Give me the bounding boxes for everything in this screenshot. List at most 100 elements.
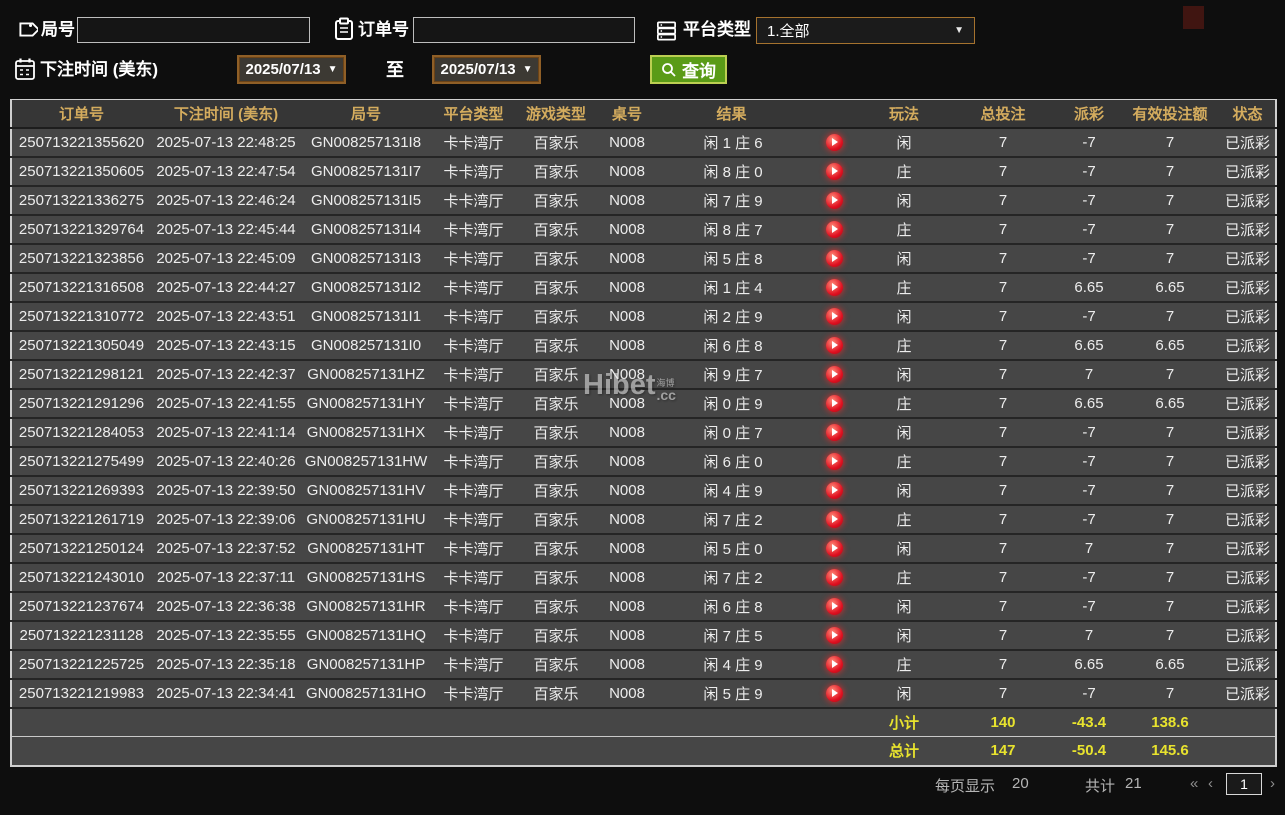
cell-game-type: 百家乐 [516, 359, 596, 390]
total-bet: 147 [948, 736, 1059, 766]
cell-valid-bet: 7 [1120, 562, 1221, 593]
replay-play-icon[interactable] [825, 481, 843, 499]
replay-play-icon[interactable] [825, 191, 843, 209]
cell-payout: -7 [1058, 214, 1121, 245]
cell-payout: -7 [1058, 562, 1121, 593]
cell-order-number: 250713221237674 [11, 591, 151, 622]
cell-replay [808, 417, 861, 448]
table-row: 250713221291296 2025-07-13 22:41:55 GN00… [11, 388, 1277, 419]
prev-page-icon[interactable]: « [1190, 775, 1198, 792]
cell-play-type: 庄 [860, 330, 949, 361]
table-row: 250713221336275 2025-07-13 22:46:24 GN00… [11, 185, 1277, 216]
cell-table-number: N008 [596, 562, 658, 593]
cell-status-badge: 已派彩 [1220, 330, 1277, 361]
replay-play-icon[interactable] [825, 684, 843, 702]
next-icon[interactable]: › [1270, 775, 1275, 792]
query-button[interactable]: 查询 [650, 55, 727, 84]
cell-status-badge: 已派彩 [1220, 243, 1277, 274]
cell-replay [808, 678, 861, 709]
cell-game-type: 百家乐 [516, 504, 596, 535]
table-row: 250713221225725 2025-07-13 22:35:18 GN00… [11, 649, 1277, 680]
cell-round-number: GN008257131HW [301, 446, 431, 477]
cell-total-bet: 7 [948, 185, 1059, 216]
cell-play-type: 庄 [860, 504, 949, 535]
order-number-input[interactable] [413, 17, 635, 43]
cell-replay [808, 620, 861, 651]
cell-result: 闲 5 庄 8 [658, 243, 808, 274]
cell-total-bet: 7 [948, 272, 1059, 303]
cell-status-badge: 已派彩 [1220, 185, 1277, 216]
cell-platform: 卡卡湾厅 [431, 475, 516, 506]
cell-table-number: N008 [596, 417, 658, 448]
cell-table-number: N008 [596, 475, 658, 506]
cell-play-type: 闲 [860, 301, 949, 332]
replay-play-icon[interactable] [825, 597, 843, 615]
date-from-picker[interactable]: 2025/07/13 ▼ [237, 55, 346, 84]
cell-replay [808, 388, 861, 419]
replay-play-icon[interactable] [825, 423, 843, 441]
replay-play-icon[interactable] [825, 336, 843, 354]
cell-payout: -7 [1058, 446, 1121, 477]
cell-status-badge: 已派彩 [1220, 475, 1277, 506]
cell-replay [808, 591, 861, 622]
replay-play-icon[interactable] [825, 307, 843, 325]
round-number-input[interactable] [77, 17, 310, 43]
round-number-label: 局号 [41, 20, 75, 39]
prev-icon[interactable]: ‹ [1208, 775, 1213, 792]
cell-bet-time: 2025-07-13 22:43:15 [151, 330, 301, 361]
replay-play-icon[interactable] [825, 510, 843, 528]
cell-result: 闲 2 庄 9 [658, 301, 808, 332]
cell-valid-bet: 7 [1120, 620, 1221, 651]
cell-game-type: 百家乐 [516, 591, 596, 622]
date-to-picker[interactable]: 2025/07/13 ▼ [432, 55, 541, 84]
cell-game-type: 百家乐 [516, 330, 596, 361]
replay-play-icon[interactable] [825, 394, 843, 412]
platform-type-select[interactable]: 1.全部 ▼ [756, 17, 975, 44]
table-row: 250713221237674 2025-07-13 22:36:38 GN00… [11, 591, 1277, 622]
replay-play-icon[interactable] [825, 655, 843, 673]
replay-play-icon[interactable] [825, 249, 843, 267]
table-row: 250713221261719 2025-07-13 22:39:06 GN00… [11, 504, 1277, 535]
platform-type-label: 平台类型 [683, 20, 751, 39]
cell-replay [808, 156, 861, 187]
cell-platform: 卡卡湾厅 [431, 185, 516, 216]
cell-platform: 卡卡湾厅 [431, 591, 516, 622]
cell-total-bet: 7 [948, 243, 1059, 274]
cell-result: 闲 7 庄 9 [658, 185, 808, 216]
cell-replay [808, 127, 861, 158]
replay-play-icon[interactable] [825, 365, 843, 383]
cell-round-number: GN008257131I3 [301, 243, 431, 274]
replay-play-icon[interactable] [825, 568, 843, 586]
cell-payout: -7 [1058, 301, 1121, 332]
cell-valid-bet: 7 [1120, 359, 1221, 390]
cell-bet-time: 2025-07-13 22:37:52 [151, 533, 301, 564]
cell-platform: 卡卡湾厅 [431, 359, 516, 390]
cell-game-type: 百家乐 [516, 185, 596, 216]
per-page-value: 20 [1012, 775, 1029, 792]
cell-result: 闲 6 庄 0 [658, 446, 808, 477]
cell-order-number: 250713221305049 [11, 330, 151, 361]
replay-play-icon[interactable] [825, 162, 843, 180]
replay-play-icon[interactable] [825, 133, 843, 151]
replay-play-icon[interactable] [825, 278, 843, 296]
cell-bet-time: 2025-07-13 22:46:24 [151, 185, 301, 216]
pagination-bar: 每页显示 20 共计 21 « ‹ 1 › [0, 773, 1285, 815]
cell-status-badge: 已派彩 [1220, 272, 1277, 303]
cell-game-type: 百家乐 [516, 649, 596, 680]
bet-time-label: 下注时间 (美东) [40, 60, 159, 79]
cell-game-type: 百家乐 [516, 562, 596, 593]
cell-valid-bet: 7 [1120, 533, 1221, 564]
cell-valid-bet: 7 [1120, 446, 1221, 477]
cell-table-number: N008 [596, 330, 658, 361]
replay-play-icon[interactable] [825, 220, 843, 238]
cell-table-number: N008 [596, 272, 658, 303]
total-valid: 145.6 [1120, 736, 1221, 766]
replay-play-icon[interactable] [825, 626, 843, 644]
cell-table-number: N008 [596, 243, 658, 274]
replay-play-icon[interactable] [825, 539, 843, 557]
current-page-input[interactable]: 1 [1226, 773, 1262, 795]
cell-play-type: 闲 [860, 591, 949, 622]
cell-bet-time: 2025-07-13 22:48:25 [151, 127, 301, 158]
cell-bet-time: 2025-07-13 22:44:27 [151, 272, 301, 303]
replay-play-icon[interactable] [825, 452, 843, 470]
